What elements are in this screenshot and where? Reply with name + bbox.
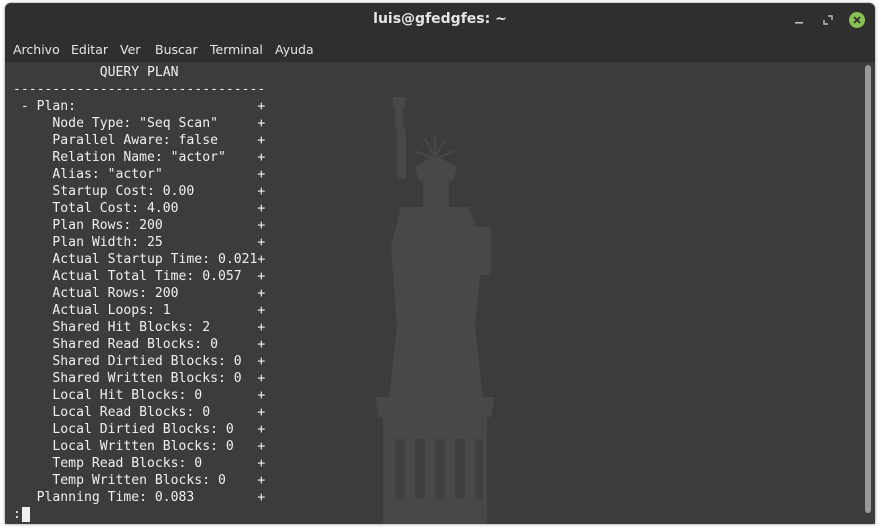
terminal-line: -------------------------------- [13,82,266,97]
terminal-line: Total Cost: 4.00 + [13,201,266,216]
terminal-line: Parallel Aware: false + [13,133,266,148]
title-bar[interactable]: luis@gfedgfes: ~ [5,3,875,36]
terminal-line: Startup Cost: 0.00 + [13,184,266,199]
terminal-line: Actual Loops: 1 + [13,303,266,318]
terminal-line: Node Type: "Seq Scan" + [13,116,266,131]
terminal-line: Local Dirtied Blocks: 0 + [13,422,266,437]
maximize-icon [823,15,833,25]
menu-ayuda[interactable]: Ayuda [275,42,314,57]
pager-prompt[interactable]: : [13,506,265,523]
terminal-line: Shared Written Blocks: 0 + [13,371,266,386]
pager-prompt-text: : [13,507,21,522]
menu-buscar[interactable]: Buscar [155,42,198,57]
terminal-line: Plan Width: 25 + [13,235,266,250]
terminal-line: Shared Dirtied Blocks: 0 + [13,354,266,369]
terminal-line: Shared Read Blocks: 0 + [13,337,266,352]
terminal-line: QUERY PLAN [13,65,179,80]
terminal-area[interactable]: QUERY PLAN ------------------------------… [5,62,875,524]
maximize-button[interactable] [820,12,836,28]
terminal-line: Actual Startup Time: 0.021+ [13,252,266,267]
terminal-line: Local Hit Blocks: 0 + [13,388,266,403]
terminal-line: Planning Time: 0.083 + [13,490,266,505]
terminal-line: Alias: "actor" + [13,167,266,182]
menu-archivo[interactable]: Archivo [13,42,60,57]
terminal-line: Local Written Blocks: 0 + [13,439,266,454]
minimize-icon [795,22,803,24]
close-icon [853,16,861,24]
terminal-line: Temp Read Blocks: 0 + [13,456,266,471]
terminal-output: QUERY PLAN ------------------------------… [13,64,265,523]
terminal-line: Local Read Blocks: 0 + [13,405,266,420]
terminal-line: Plan Rows: 200 + [13,218,266,233]
close-button[interactable] [849,12,865,28]
terminal-line: Temp Written Blocks: 0 + [13,473,266,488]
menu-terminal[interactable]: Terminal [210,42,263,57]
text-cursor [21,507,30,522]
terminal-line: - Plan: + [13,99,266,114]
minimize-button[interactable] [791,12,807,28]
terminal-line: Relation Name: "actor" + [13,150,266,165]
menu-bar: Archivo Editar Ver Buscar Terminal Ayuda [5,36,875,62]
menu-editar[interactable]: Editar [71,42,108,57]
scrollbar[interactable] [865,65,871,513]
terminal-line: Shared Hit Blocks: 2 + [13,320,266,335]
terminal-line: Actual Total Time: 0.057 + [13,269,266,284]
terminal-line: Actual Rows: 200 + [13,286,266,301]
terminal-window: luis@gfedgfes: ~ Archivo Editar Ver Busc… [5,3,875,524]
statue-of-liberty-background [375,97,495,524]
window-title: luis@gfedgfes: ~ [373,11,507,27]
menu-ver[interactable]: Ver [120,42,140,57]
